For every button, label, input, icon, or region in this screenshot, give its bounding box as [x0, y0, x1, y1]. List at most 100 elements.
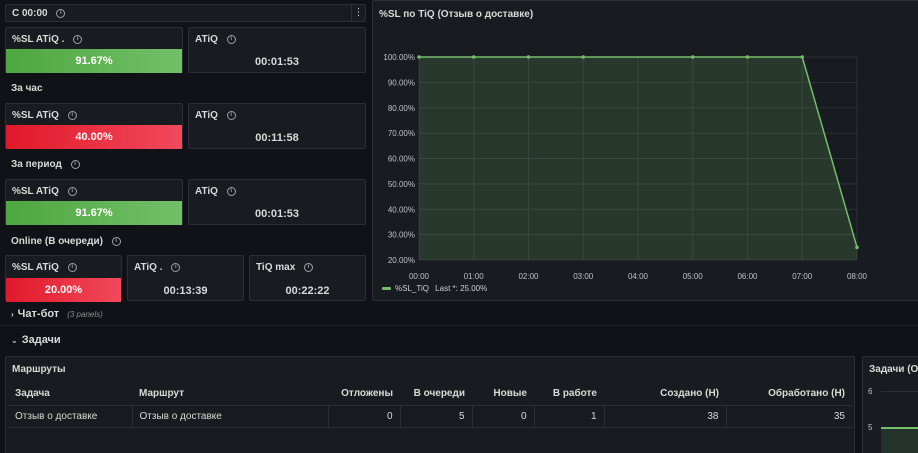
- data-point: [800, 55, 805, 59]
- column-header[interactable]: Новые: [472, 383, 534, 406]
- column-header[interactable]: Маршрут: [132, 383, 328, 406]
- info-icon[interactable]: i: [73, 34, 83, 44]
- panel-title: %SL ATiQ: [12, 186, 59, 197]
- table-cell: 0: [327, 405, 400, 428]
- y-tick-label: 60.00%: [388, 155, 415, 164]
- table-cell: 1: [533, 405, 604, 428]
- column-header[interactable]: Создано (Н): [604, 383, 726, 406]
- panel-count: (3 panels): [67, 310, 103, 319]
- data-point: [855, 245, 859, 250]
- panel-title: TiQ max: [256, 262, 296, 273]
- routes-table-wrap: Задача Маршрут Отложены В очереди Новые …: [8, 383, 852, 428]
- x-tick-label: 00:00: [409, 272, 430, 281]
- stat-panel-tiq-max: TiQ max i 00:22:22: [249, 255, 366, 301]
- panel-title: ATiQ .: [134, 262, 163, 273]
- column-header[interactable]: Задача: [8, 383, 132, 406]
- sl-value: 40.00%: [75, 131, 113, 143]
- legend-last-value: Last *: 25.00%: [435, 284, 488, 293]
- row-header-chatbot[interactable]: › Чат-бот (3 panels): [11, 308, 103, 320]
- stat-panel-sl-current: %SL ATiQ . i 91.67%: [5, 27, 183, 73]
- section-label-hour: За час: [11, 83, 43, 94]
- info-icon[interactable]: i: [111, 236, 121, 246]
- sl-tiq-chart: 100.00% 90.00% 80.00% 70.00% 60.00% 50.00% 40.…: [383, 53, 868, 281]
- x-tick-label: 01:00: [464, 272, 485, 281]
- table-row[interactable]: Отзыв о доставке Отзыв о доставке 0 5 0 …: [8, 405, 852, 428]
- stat-panel-atiq-hour: ATiQ i 00:11:58: [188, 103, 366, 149]
- info-icon[interactable]: i: [70, 159, 80, 169]
- table-header-row: Задача Маршрут Отложены В очереди Новые …: [8, 383, 852, 406]
- stat-panel-atiq-online: ATiQ . i 00:13:39: [127, 255, 244, 301]
- x-tick-label: 07:00: [792, 272, 813, 281]
- stat-panel-sl-period: %SL ATiQ i 91.67%: [5, 179, 183, 225]
- kebab-menu-icon[interactable]: ⋮: [351, 5, 365, 21]
- table-cell: 35: [725, 405, 852, 428]
- column-header[interactable]: В очереди: [400, 383, 472, 406]
- y-tick-label: 6: [868, 387, 873, 396]
- data-point: [526, 55, 531, 59]
- data-point: [581, 55, 586, 59]
- sl-gauge-bar: 91.67%: [6, 201, 182, 225]
- chart-legend[interactable]: %SL_TiQ Last *: 25.00%: [382, 284, 487, 293]
- series-area: [419, 57, 857, 260]
- data-point: [745, 55, 750, 59]
- sl-value: 91.67%: [75, 207, 113, 219]
- legend-series-name: %SL_TiQ: [395, 284, 429, 293]
- panel-title: %SL ATiQ .: [12, 34, 65, 45]
- routes-table: Задача Маршрут Отложены В очереди Новые …: [8, 383, 852, 428]
- section-label-online: Online (В очереди) i: [11, 236, 121, 247]
- info-icon[interactable]: i: [226, 34, 236, 44]
- tasks-chart-panel: Задачи (От 6 5: [862, 356, 918, 453]
- data-point: [690, 55, 695, 59]
- row-title: Чат-бот: [17, 308, 60, 320]
- sl-tiq-chart-panel: %SL по TiQ (Отзыв о доставке) 100.00% 90.…: [372, 0, 918, 301]
- row-header-tasks[interactable]: ⌄ Задачи: [11, 334, 61, 346]
- chevron-right-icon: ›: [11, 310, 14, 319]
- row-divider: [0, 325, 918, 326]
- table-cell: 38: [603, 405, 726, 428]
- panel-title: %SL ATiQ: [12, 110, 59, 121]
- y-tick-label: 30.00%: [388, 231, 415, 240]
- data-point: [471, 55, 476, 59]
- y-tick-label: 5: [868, 423, 873, 432]
- info-icon[interactable]: i: [67, 186, 77, 196]
- x-tick-label: 08:00: [847, 272, 868, 281]
- info-icon[interactable]: i: [226, 110, 236, 120]
- table-cell: Отзыв о доставке: [131, 405, 328, 428]
- info-icon[interactable]: i: [67, 262, 77, 272]
- info-icon[interactable]: i: [304, 262, 314, 272]
- atiq-value: 00:01:53: [254, 208, 300, 220]
- stat-panel-atiq-period: ATiQ i 00:01:53: [188, 179, 366, 225]
- column-header[interactable]: Отложены: [328, 383, 400, 406]
- series-area: [881, 427, 918, 453]
- y-tick-label: 70.00%: [388, 129, 415, 138]
- data-point: [417, 55, 421, 59]
- chevron-down-icon: ⌄: [11, 336, 18, 345]
- section-label-period: За период i: [11, 159, 80, 170]
- grid-line: [881, 391, 918, 392]
- sl-value: 20.00%: [44, 284, 83, 296]
- legend-swatch: [382, 287, 391, 291]
- panel-title: ATiQ: [195, 186, 218, 197]
- info-icon[interactable]: i: [171, 262, 181, 272]
- atiq-value: 00:01:53: [254, 56, 300, 68]
- atiq-value: 00:11:58: [255, 132, 299, 144]
- x-tick-label: 02:00: [518, 272, 539, 281]
- y-tick-label: 80.00%: [388, 104, 415, 113]
- y-tick-label: 90.00%: [388, 78, 415, 87]
- panel-title: ATiQ: [195, 110, 218, 121]
- y-tick-label: 50.00%: [388, 180, 415, 189]
- x-tick-label: 04:00: [628, 272, 649, 281]
- x-tick-label: 05:00: [683, 272, 704, 281]
- sl-gauge-bar: 20.00%: [6, 278, 121, 302]
- y-tick-label: 40.00%: [388, 205, 415, 214]
- panel-title: %SL ATiQ: [12, 262, 59, 273]
- info-icon[interactable]: i: [226, 186, 236, 196]
- info-icon[interactable]: i: [67, 110, 77, 120]
- info-icon[interactable]: i: [56, 8, 66, 18]
- column-header[interactable]: Обработано (Н): [726, 383, 852, 406]
- y-tick-label: 100.00%: [383, 53, 415, 62]
- column-header[interactable]: В работе: [534, 383, 604, 406]
- routes-title: Маршруты: [12, 364, 66, 375]
- stat-panel-sl-hour: %SL ATiQ i 40.00%: [5, 103, 183, 149]
- table-cell: 0: [471, 405, 534, 428]
